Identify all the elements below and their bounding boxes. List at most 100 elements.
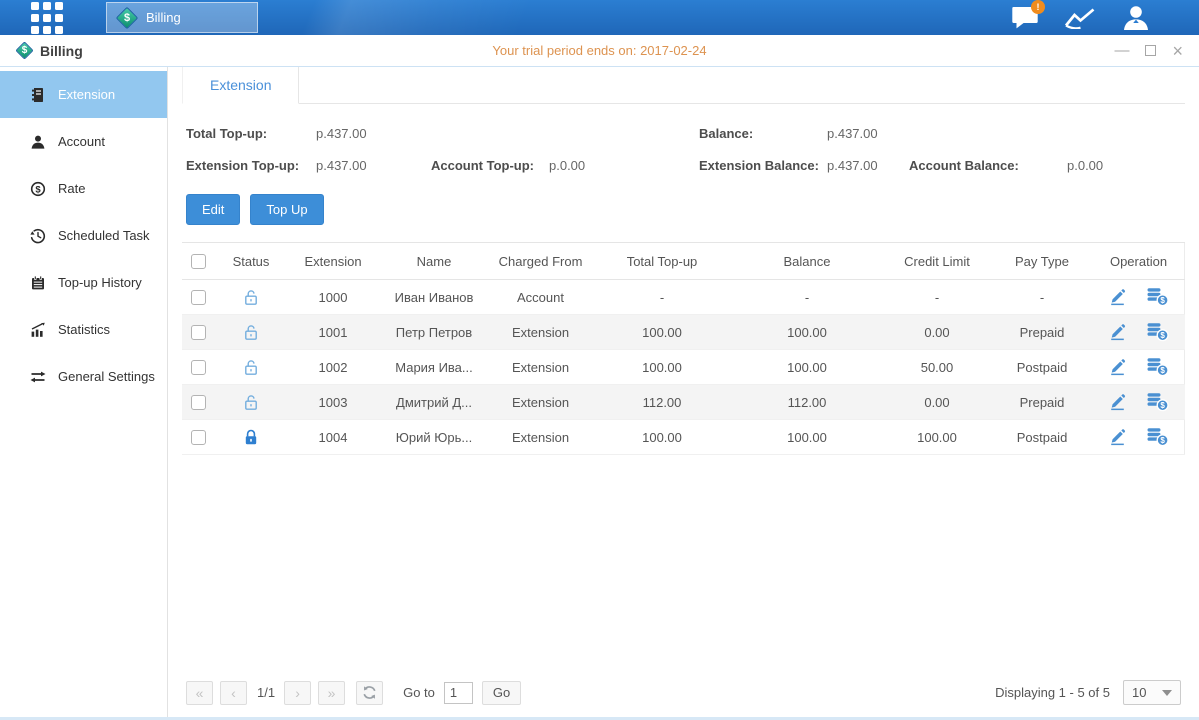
edit-button[interactable]: Edit [186,194,240,225]
credit-limit-cell: 0.00 [882,385,992,420]
table-header-row: Status Extension Name Charged From Total… [182,243,1185,280]
svg-text:$: $ [35,184,41,195]
credit-limit-cell: 100.00 [882,420,992,455]
row-checkbox[interactable] [191,430,206,445]
col-charged-from: Charged From [489,243,592,280]
main-content: Extension Total Top-up: p.437.00 Balance… [168,67,1199,720]
sidebar-item-general-settings[interactable]: General Settings [0,353,167,400]
first-page-button[interactable]: « [186,681,213,705]
calendar-icon [30,275,46,291]
transfer-arrows-icon [30,369,46,385]
select-all-checkbox[interactable] [191,254,206,269]
row-checkbox[interactable] [191,395,206,410]
tabstrip: Extension [182,67,1185,104]
extension-cell: 1004 [287,420,379,455]
maximize-button[interactable] [1145,45,1156,56]
pagination-bar: « ‹ 1/1 › » Go to Go Displaying [182,672,1185,720]
edit-extension-icon[interactable] [1108,288,1127,306]
chevron-down-icon [1162,690,1172,696]
topup-extension-icon[interactable]: $ [1146,287,1169,307]
topup-extension-icon[interactable]: $ [1146,357,1169,377]
last-page-button[interactable]: » [318,681,345,705]
status-locked-icon [243,429,259,446]
user-menu-button[interactable] [1121,5,1151,30]
apps-menu-button[interactable] [31,2,63,34]
sidebar: Extension Account $ Rate [0,67,168,720]
dollar-circle-icon: $ [30,181,46,197]
pagination-right: Displaying 1 - 5 of 5 10 [995,680,1181,705]
edit-extension-icon[interactable] [1108,323,1127,341]
sidebar-item-topup-history[interactable]: Top-up History [0,259,167,306]
total-topup-cell: 100.00 [592,315,732,350]
row-checkbox[interactable] [191,290,206,305]
topup-extension-icon[interactable]: $ [1146,392,1169,412]
goto-page-input[interactable] [444,682,473,704]
charged-from-cell: Extension [489,420,592,455]
table-row: 1004 Юрий Юрь... Extension 100.00 100.00… [182,420,1185,455]
billing-dollar-diamond-icon [117,8,137,28]
extension-topup-label: Extension Top-up: [186,158,316,173]
balance-label: Balance: [699,126,827,141]
table-row: 1002 Мария Ива... Extension 100.00 100.0… [182,350,1185,385]
credit-limit-cell: 0.00 [882,315,992,350]
content-spacer [182,455,1185,672]
pay-type-cell: Postpaid [992,420,1092,455]
col-name: Name [379,243,489,280]
charged-from-cell: Extension [489,385,592,420]
taskbar-right-icons: ! [1011,0,1199,35]
prev-page-button[interactable]: ‹ [220,681,247,705]
line-chart-icon [1064,7,1096,29]
notifications-button[interactable]: ! [1011,6,1039,29]
account-topup-value: p.0.00 [549,158,699,173]
total-topup-cell: 112.00 [592,385,732,420]
billing-dollar-diamond-icon [16,42,33,59]
extension-cell: 1002 [287,350,379,385]
sidebar-item-rate[interactable]: $ Rate [0,165,167,212]
col-credit-limit: Credit Limit [882,243,992,280]
window-title-group: Billing [16,42,83,59]
next-page-button[interactable]: › [284,681,311,705]
total-topup-cell: 100.00 [592,420,732,455]
topup-extension-icon[interactable]: $ [1146,322,1169,342]
svg-text:$: $ [1161,331,1166,340]
edit-extension-icon[interactable] [1108,428,1127,446]
sidebar-item-account[interactable]: Account [0,118,167,165]
person-icon [30,134,46,150]
sidebar-item-scheduled-task[interactable]: Scheduled Task [0,212,167,259]
extension-table-body: 1000 Иван Иванов Account - - - - $ [182,280,1185,455]
taskbar: Billing ! [0,0,1199,35]
edit-extension-icon[interactable] [1108,393,1127,411]
name-cell: Петр Петров [379,315,489,350]
charged-from-cell: Extension [489,350,592,385]
page-indicator: 1/1 [257,685,275,700]
window-title: Billing [40,43,83,59]
taskbar-app-tab-billing[interactable]: Billing [106,2,258,33]
name-cell: Дмитрий Д... [379,385,489,420]
pay-type-cell: - [992,280,1092,315]
resource-monitor-button[interactable] [1064,7,1096,29]
go-button[interactable]: Go [482,681,521,705]
svg-text:$: $ [1161,296,1166,305]
balance-summary: Total Top-up: p.437.00 Balance: p.437.00… [182,104,1185,173]
topup-extension-icon[interactable]: $ [1146,427,1169,447]
window-controls: — × [1114,42,1183,60]
svg-text:$: $ [1161,401,1166,410]
pay-type-cell: Postpaid [992,350,1092,385]
app-body: Extension Account $ Rate [0,67,1199,720]
page-size-select[interactable]: 10 [1123,680,1181,705]
row-checkbox[interactable] [191,360,206,375]
refresh-button[interactable] [356,681,383,705]
topup-button[interactable]: Top Up [250,194,323,225]
sidebar-item-extension[interactable]: Extension [0,71,167,118]
tab-extension[interactable]: Extension [182,67,299,104]
credit-limit-cell: - [882,280,992,315]
taskbar-app-tab-label: Billing [146,10,181,25]
sidebar-item-label: Statistics [58,322,110,337]
edit-extension-icon[interactable] [1108,358,1127,376]
minimize-button[interactable]: — [1114,43,1129,58]
col-status: Status [215,243,287,280]
row-checkbox[interactable] [191,325,206,340]
close-button[interactable]: × [1172,42,1183,60]
sidebar-item-label: Scheduled Task [58,228,150,243]
sidebar-item-statistics[interactable]: Statistics [0,306,167,353]
